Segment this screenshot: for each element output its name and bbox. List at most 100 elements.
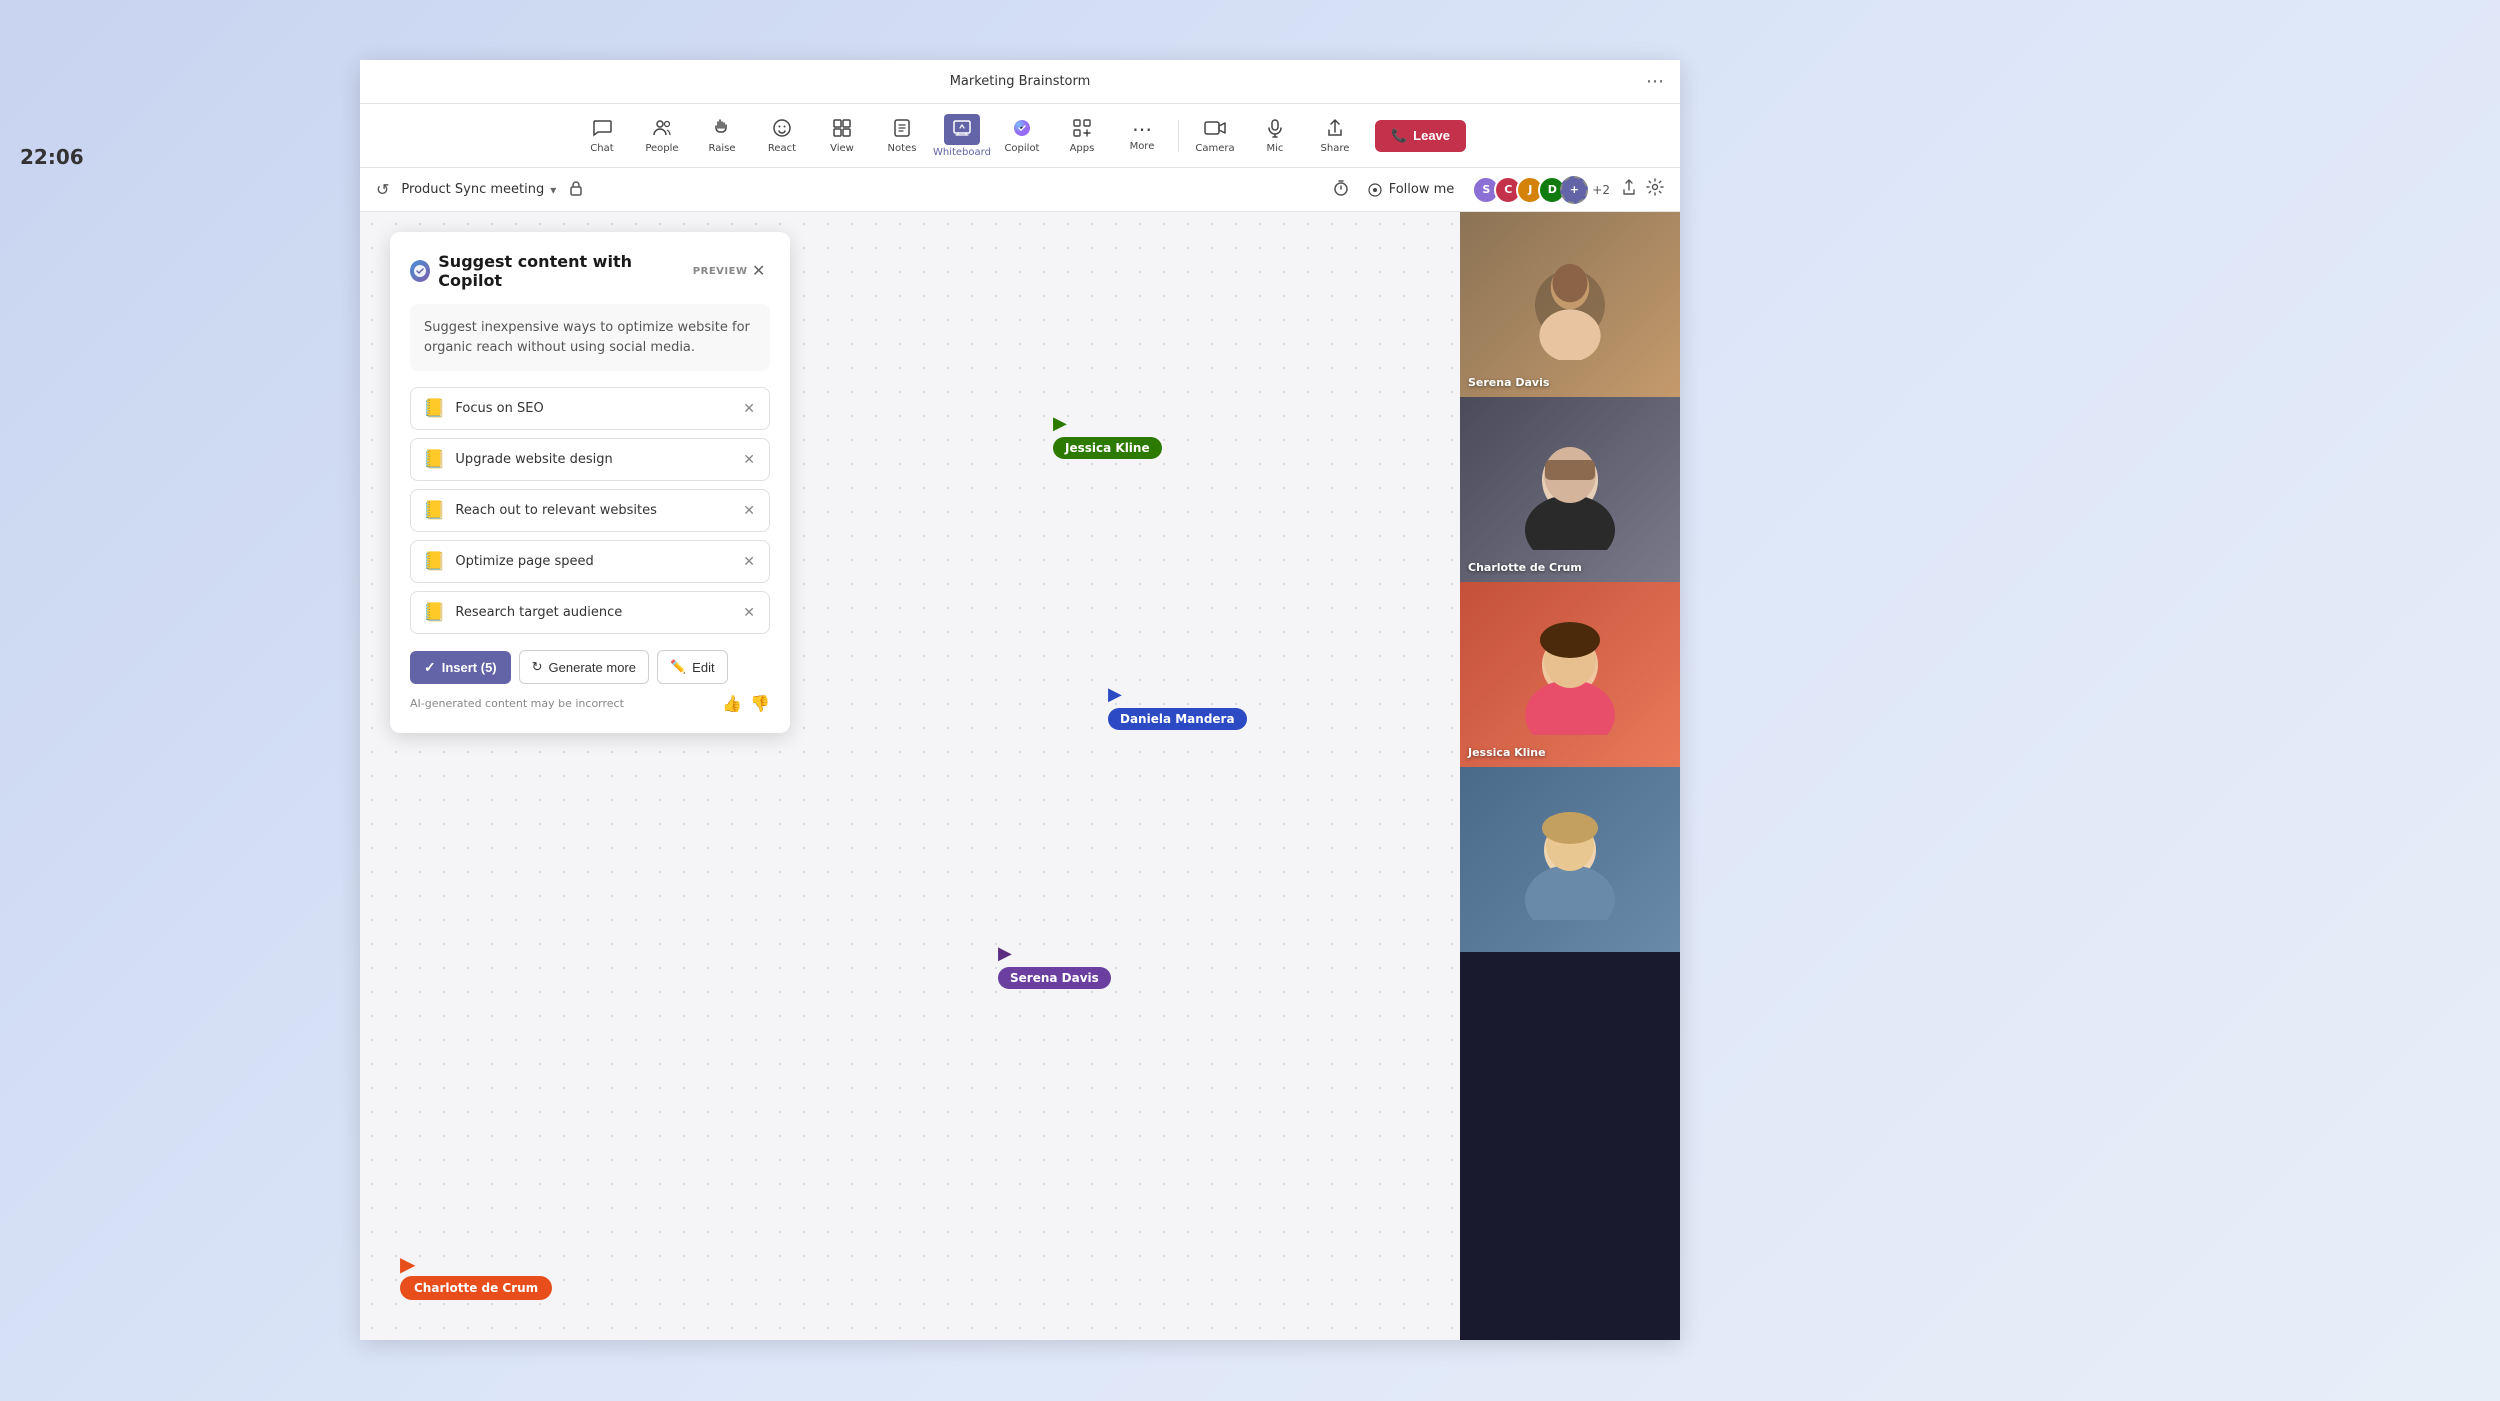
- participant-name-serena: Serena Davis: [1468, 376, 1549, 389]
- toolbar: Chat People Raise: [360, 104, 1680, 168]
- copilot-panel: Suggest content with Copilot PREVIEW ✕ S…: [390, 232, 790, 733]
- remove-suggestion-5[interactable]: ✕: [741, 603, 757, 623]
- cursor-daniela: ▶ Daniela Mandera: [1108, 686, 1247, 730]
- toolbar-item-view[interactable]: View: [814, 108, 870, 164]
- thumbs-up-icon[interactable]: 👍: [722, 694, 742, 713]
- cursor-charlotte: ▶ Charlotte de Crum: [400, 1252, 552, 1300]
- leave-phone-icon: 📞: [1391, 128, 1407, 144]
- cursor-arrow-serena: ▶: [998, 945, 1012, 963]
- toolbar-item-copilot[interactable]: Copilot: [994, 108, 1050, 164]
- suggestion-item-1[interactable]: 📒 Focus on SEO ✕: [410, 387, 770, 430]
- suggestion-text-5: Research target audience: [455, 605, 622, 620]
- remove-suggestion-4[interactable]: ✕: [741, 552, 757, 572]
- cursor-name-serena: Serena Davis: [998, 967, 1111, 989]
- avatar-serena: [1535, 270, 1605, 340]
- sticky-note-icon-1: 📒: [423, 398, 445, 419]
- leave-button[interactable]: 📞 Leave: [1375, 120, 1466, 152]
- disclaimer-text: AI-generated content may be incorrect: [410, 697, 624, 710]
- remove-suggestion-3[interactable]: ✕: [741, 501, 757, 521]
- apps-label: Apps: [1070, 143, 1095, 154]
- preview-badge: PREVIEW: [693, 266, 748, 277]
- cursor-name-daniela: Daniela Mandera: [1108, 708, 1247, 730]
- people-icon: [652, 118, 672, 141]
- more-label: More: [1130, 141, 1155, 152]
- copilot-brand-icon: [410, 260, 430, 282]
- timer-icon[interactable]: [1333, 180, 1349, 200]
- react-label: React: [768, 143, 796, 154]
- more-icon: ⋯: [1132, 119, 1152, 139]
- settings-icon[interactable]: [1646, 178, 1664, 201]
- toolbar-item-apps[interactable]: Apps: [1054, 108, 1110, 164]
- cursor-serena: ▶ Serena Davis: [998, 945, 1111, 989]
- generate-label: Generate more: [549, 660, 636, 675]
- toolbar-item-share[interactable]: Share: [1307, 108, 1363, 164]
- notes-label: Notes: [888, 143, 917, 154]
- copilot-prompt: Suggest inexpensive ways to optimize web…: [410, 304, 770, 371]
- mic-label: Mic: [1267, 143, 1284, 154]
- toolbar-item-whiteboard[interactable]: Whiteboard: [934, 108, 990, 164]
- mic-icon: [1265, 118, 1285, 141]
- notes-icon: [892, 118, 912, 141]
- edit-label: Edit: [692, 660, 714, 675]
- remove-suggestion-2[interactable]: ✕: [741, 450, 757, 470]
- close-copilot-button[interactable]: ✕: [747, 259, 770, 283]
- avatar-5[interactable]: +: [1560, 176, 1588, 204]
- sub-toolbar-actions: [1620, 178, 1664, 201]
- pencil-icon: ✏️: [670, 659, 686, 675]
- video-bg-serena: [1460, 212, 1680, 397]
- participant-name-charlotte: Charlotte de Crum: [1468, 561, 1582, 574]
- cursor-arrow-charlotte: ▶: [400, 1252, 552, 1276]
- app-window: Marketing Brainstorm ⋯ Chat Pe: [360, 60, 1680, 1340]
- toolbar-item-react[interactable]: React: [754, 108, 810, 164]
- generate-more-button[interactable]: ↻ Generate more: [519, 650, 649, 684]
- copilot-title-text: Suggest content with Copilot: [438, 252, 681, 290]
- video-bg-fourth: [1460, 767, 1680, 952]
- main-content: ▶ Jessica Kline ▶ Daniela Mandera ▶ Sere…: [360, 212, 1680, 1340]
- insert-button[interactable]: ✓ Insert (5): [410, 651, 511, 684]
- meeting-title-button[interactable]: Product Sync meeting ▾: [401, 182, 556, 197]
- edit-button[interactable]: ✏️ Edit: [657, 650, 728, 684]
- suggestion-text-2: Upgrade website design: [455, 452, 612, 467]
- whiteboard-canvas[interactable]: ▶ Jessica Kline ▶ Daniela Mandera ▶ Sere…: [360, 212, 1460, 1340]
- share-meeting-icon[interactable]: [1620, 178, 1638, 201]
- toolbar-item-raise[interactable]: Raise: [694, 108, 750, 164]
- share-icon: [1325, 118, 1345, 141]
- toolbar-item-chat[interactable]: Chat: [574, 108, 630, 164]
- cursor-name-charlotte: Charlotte de Crum: [400, 1276, 552, 1300]
- toolbar-item-people[interactable]: People: [634, 108, 690, 164]
- window-more-icon[interactable]: ⋯: [1646, 71, 1664, 92]
- remove-suggestion-1[interactable]: ✕: [741, 399, 757, 419]
- toolbar-item-more[interactable]: ⋯ More: [1114, 108, 1170, 164]
- toolbar-item-camera[interactable]: Camera: [1187, 108, 1243, 164]
- avatar-group: S C J D + +2: [1472, 176, 1610, 204]
- suggestion-text-3: Reach out to relevant websites: [455, 503, 656, 518]
- follow-me-label: Follow me: [1389, 182, 1455, 197]
- suggestion-left-4: 📒 Optimize page speed: [423, 551, 594, 572]
- suggestion-item-3[interactable]: 📒 Reach out to relevant websites ✕: [410, 489, 770, 532]
- lock-icon[interactable]: [568, 180, 584, 200]
- suggestion-item-4[interactable]: 📒 Optimize page speed ✕: [410, 540, 770, 583]
- suggestion-left-3: 📒 Reach out to relevant websites: [423, 500, 657, 521]
- toolbar-item-notes[interactable]: Notes: [874, 108, 930, 164]
- camera-label: Camera: [1195, 143, 1234, 154]
- suggestion-left-1: 📒 Focus on SEO: [423, 398, 544, 419]
- camera-icon: [1204, 118, 1226, 141]
- refresh-generate-icon: ↻: [532, 659, 543, 675]
- thumbs-down-icon[interactable]: 👎: [750, 694, 770, 713]
- suggestion-item-5[interactable]: 📒 Research target audience ✕: [410, 591, 770, 634]
- toolbar-item-mic[interactable]: Mic: [1247, 108, 1303, 164]
- suggestion-item-2[interactable]: 📒 Upgrade website design ✕: [410, 438, 770, 481]
- raise-label: Raise: [708, 143, 735, 154]
- cursor-jessica: ▶ Jessica Kline: [1053, 415, 1162, 459]
- chat-label: Chat: [590, 143, 613, 154]
- people-label: People: [645, 143, 678, 154]
- follow-me-button[interactable]: Follow me: [1359, 178, 1463, 202]
- refresh-icon[interactable]: ↺: [376, 180, 389, 199]
- cursor-arrow-daniela: ▶: [1108, 686, 1122, 704]
- video-tile-jessica: Jessica Kline: [1460, 582, 1680, 767]
- video-bg-jessica: [1460, 582, 1680, 767]
- video-tile-serena: Serena Davis: [1460, 212, 1680, 397]
- sticky-note-icon-5: 📒: [423, 602, 445, 623]
- suggestion-text-1: Focus on SEO: [455, 401, 543, 416]
- video-tile-charlotte: Charlotte de Crum: [1460, 397, 1680, 582]
